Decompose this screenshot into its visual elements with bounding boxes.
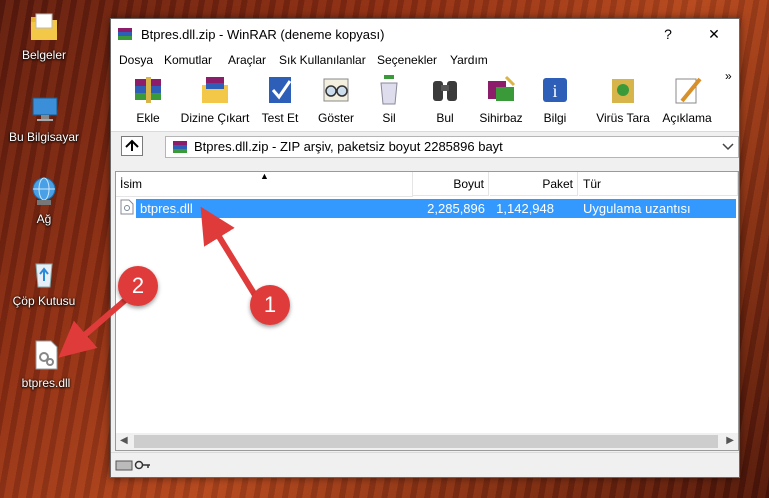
arrow-1	[200, 206, 261, 302]
callout-1: 1	[250, 285, 290, 325]
callout-2: 2	[118, 266, 158, 306]
arrow-2	[58, 293, 132, 358]
annotation-arrows	[58, 206, 261, 358]
